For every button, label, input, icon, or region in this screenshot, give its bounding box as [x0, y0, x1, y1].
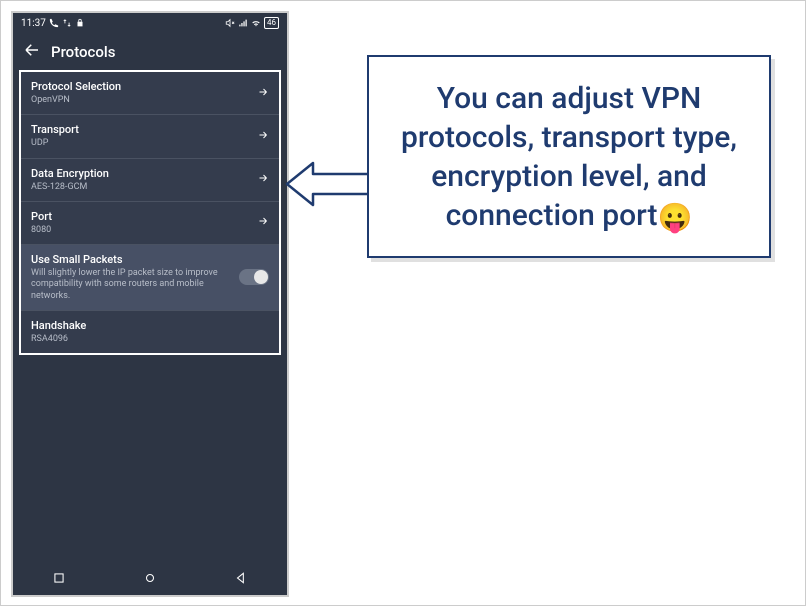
mute-icon	[225, 18, 235, 28]
phone-icon	[49, 18, 59, 28]
chevron-right-icon	[257, 215, 269, 230]
row-label: Protocol Selection	[31, 80, 249, 93]
status-time: 11:37	[21, 18, 46, 29]
page-title: Protocols	[51, 43, 115, 61]
row-value: AES-128-GCM	[31, 182, 249, 193]
row-label: Port	[31, 210, 249, 223]
back-button[interactable]	[23, 41, 41, 62]
row-protocol-selection[interactable]: Protocol Selection OpenVPN	[21, 72, 279, 115]
nav-home-icon[interactable]	[143, 571, 157, 588]
row-main: Protocol Selection OpenVPN	[31, 80, 257, 106]
row-main: Handshake RSA4096	[31, 319, 269, 345]
row-main: Data Encryption AES-128-GCM	[31, 167, 257, 193]
row-main: Port 8080	[31, 210, 257, 236]
app-bar: Protocols	[13, 33, 287, 70]
phone-frame: 11:37 46 Protocols Protocol Selection Op…	[11, 11, 289, 597]
row-label: Transport	[31, 123, 249, 136]
row-value: RSA4096	[31, 334, 261, 345]
row-data-encryption[interactable]: Data Encryption AES-128-GCM	[21, 159, 279, 202]
nav-back-icon[interactable]	[234, 571, 248, 588]
arrows-icon	[62, 18, 72, 28]
row-value: 8080	[31, 225, 249, 236]
status-right: 46	[225, 17, 279, 29]
chevron-right-icon	[257, 86, 269, 101]
row-main: Use Small Packets Will slightly lower th…	[31, 253, 239, 302]
status-left: 11:37	[21, 18, 85, 29]
battery-indicator: 46	[264, 17, 279, 29]
row-label: Use Small Packets	[31, 253, 231, 266]
callout-arrow-icon	[285, 159, 371, 209]
row-desc: Will slightly lower the IP packet size t…	[31, 268, 231, 302]
status-bar: 11:37 46	[13, 13, 287, 33]
emoji-icon: 😛	[657, 201, 692, 234]
wifi-icon	[251, 18, 261, 28]
android-nav-bar	[13, 563, 287, 595]
row-label: Handshake	[31, 319, 261, 332]
row-value: UDP	[31, 138, 249, 149]
row-use-small-packets[interactable]: Use Small Packets Will slightly lower th…	[21, 245, 279, 311]
row-transport[interactable]: Transport UDP	[21, 115, 279, 158]
settings-list: Protocol Selection OpenVPN Transport UDP…	[19, 70, 281, 355]
row-handshake[interactable]: Handshake RSA4096	[21, 311, 279, 353]
annotation-callout: You can adjust VPN protocols, transport …	[367, 55, 771, 258]
toggle-small-packets[interactable]	[239, 269, 269, 285]
row-label: Data Encryption	[31, 167, 249, 180]
row-main: Transport UDP	[31, 123, 257, 149]
signal-icon	[238, 18, 248, 28]
row-port[interactable]: Port 8080	[21, 202, 279, 245]
row-value: OpenVPN	[31, 95, 249, 106]
lock-icon	[75, 18, 85, 28]
nav-recent-icon[interactable]	[52, 571, 66, 588]
chevron-right-icon	[257, 129, 269, 144]
battery-level: 46	[267, 18, 276, 28]
chevron-right-icon	[257, 172, 269, 187]
